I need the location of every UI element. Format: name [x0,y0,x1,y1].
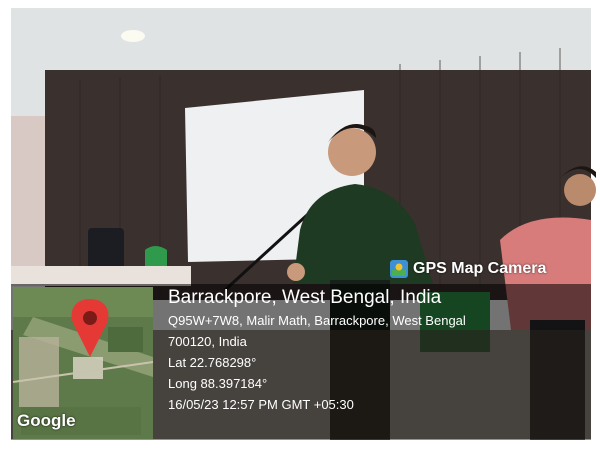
longitude: Long 88.397184° [168,376,268,391]
gps-map-camera-icon [390,260,408,278]
timestamp: 16/05/23 12:57 PM GMT +05:30 [168,397,354,412]
location-info: Barrackpore, West Bengal, India Q95W+7W8… [168,286,588,415]
app-badge: GPS Map Camera [390,256,588,282]
address-line-2: 700120, India [168,334,247,349]
location-title: Barrackpore, West Bengal, India [168,287,442,308]
address-line-1: Q95W+7W8, Malir Math, Barrackpore, West … [168,313,466,328]
app-badge-label: GPS Map Camera [413,260,547,277]
google-watermark: Google [17,411,76,430]
map-thumbnail: Google [13,287,153,439]
office-chair [88,228,124,272]
latitude: Lat 22.768298° [168,355,257,370]
left-wall [11,116,45,286]
ceiling-light [121,30,145,42]
